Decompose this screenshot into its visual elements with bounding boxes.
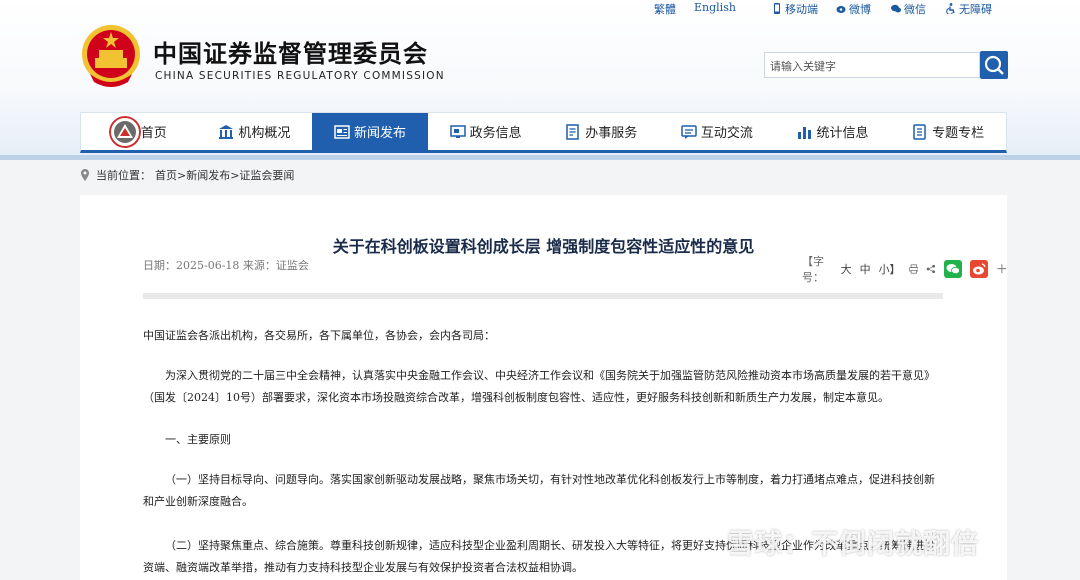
weibo-eye-icon <box>973 263 986 275</box>
nav-label-services: 办事服务 <box>585 126 638 141</box>
nav-item-about[interactable]: 机构概况 <box>197 113 313 150</box>
print-icon[interactable] <box>908 262 919 276</box>
nav-item-news[interactable]: 新闻发布 <box>312 113 428 150</box>
article-paragraph-principle-1: （一）坚持目标导向、问题导向。落实国家创新驱动发展战略，聚焦市场关切，有针对性地… <box>143 473 935 508</box>
nav-item-interaction[interactable]: 互动交流 <box>659 113 775 150</box>
notebook-icon <box>913 123 926 140</box>
more-share-button[interactable]: + <box>996 261 1008 277</box>
search-input[interactable]: 请输入关键字 <box>764 52 980 78</box>
bar-chart-icon <box>797 126 811 139</box>
nav-item-gov-info[interactable]: 政务信息 <box>428 113 544 150</box>
weibo-link-label: 微博 <box>849 3 871 16</box>
nav-label-gov-info: 政务信息 <box>469 126 522 141</box>
chat-icon <box>681 124 697 139</box>
nav-item-statistics[interactable]: 统计信息 <box>775 113 891 150</box>
nav-label-topics: 专题专栏 <box>932 126 985 141</box>
nav-item-home[interactable]: 首页 <box>81 113 197 150</box>
mobile-phone-icon <box>774 3 780 14</box>
wechat-icon <box>891 4 901 13</box>
national-emblem-logo[interactable] <box>80 24 142 90</box>
traditional-link[interactable]: 繁體 <box>654 1 676 17</box>
accessibility-link-label: 无障碍 <box>959 3 992 16</box>
font-size-label: 【字号： <box>802 255 824 284</box>
header-band <box>0 155 1080 160</box>
wechat-bubble-icon <box>946 264 960 275</box>
nav-item-services[interactable]: 办事服务 <box>544 113 660 150</box>
nav-label-home: 首页 <box>140 126 167 141</box>
nav-label-news: 新闻发布 <box>354 126 407 141</box>
wechat-link[interactable]: 微信 <box>891 1 926 17</box>
nav-label-statistics: 统计信息 <box>816 126 869 141</box>
site-title-en: CHINA SECURITIES REGULATORY COMMISSION <box>155 70 445 82</box>
article-paragraph-salutation: 中国证监会各派出机构，各交易所，各下属单位，各协会，会内各司局： <box>143 329 495 342</box>
breadcrumb-path[interactable]: 首页>新闻发布>证监会要闻 <box>155 169 294 182</box>
news-icon <box>334 124 350 139</box>
search-icon <box>984 55 1004 75</box>
wechat-link-label: 微信 <box>904 3 926 16</box>
article-heading-principles: 一、主要原则 <box>165 433 231 446</box>
accessibility-link[interactable]: 无障碍 <box>946 1 992 17</box>
weibo-share-icon[interactable] <box>970 260 988 278</box>
nav-item-topics[interactable]: 专题专栏 <box>890 113 1006 150</box>
accessibility-icon <box>946 3 955 14</box>
document-icon <box>566 123 580 140</box>
top-links-bar: 繁體 English 移动端 微博 微信 无障碍 <box>0 0 1080 18</box>
breadcrumb-prefix: 当前位置： <box>96 169 151 182</box>
font-size-large[interactable]: 大 <box>841 261 852 277</box>
nav-label-about: 机构概况 <box>238 126 291 141</box>
home-emblem-icon <box>109 116 141 148</box>
location-pin-icon <box>81 169 89 181</box>
english-link[interactable]: English <box>694 1 736 14</box>
weibo-icon <box>836 6 846 13</box>
building-icon <box>219 124 234 139</box>
article-tools: 【字号： 大 中 小】 + <box>802 253 1008 285</box>
weibo-link[interactable]: 微博 <box>836 1 871 17</box>
font-size-medium[interactable]: 中 <box>860 261 871 277</box>
article-meta: 日期：2025-06-18 来源：证监会 <box>143 259 309 272</box>
breadcrumb: 当前位置： 首页>新闻发布>证监会要闻 <box>80 167 294 183</box>
watermark: 雪球：不倒闭就翻倍 <box>727 529 979 560</box>
site-title-cn: 中国证券监督管理委员会 <box>153 40 428 68</box>
share-icon[interactable] <box>926 262 936 276</box>
search-button[interactable] <box>980 51 1008 79</box>
mobile-link-label: 移动端 <box>785 3 818 16</box>
font-size-small[interactable]: 小】 <box>879 261 901 277</box>
nav-label-interaction: 互动交流 <box>700 126 753 141</box>
mobile-link[interactable]: 移动端 <box>772 1 818 17</box>
main-nav: 首页 机构概况 新闻发布 政务信息 办事服务 互动交流 统计信息 专题专栏 <box>80 112 1007 153</box>
article-paragraph-intro: 为深入贯彻党的二十届三中全会精神，认真落实中央金融工作会议、中央经济工作会议和《… <box>143 369 935 404</box>
wechat-share-icon[interactable] <box>944 260 962 278</box>
monitor-icon <box>449 124 466 138</box>
title-divider <box>143 293 943 299</box>
